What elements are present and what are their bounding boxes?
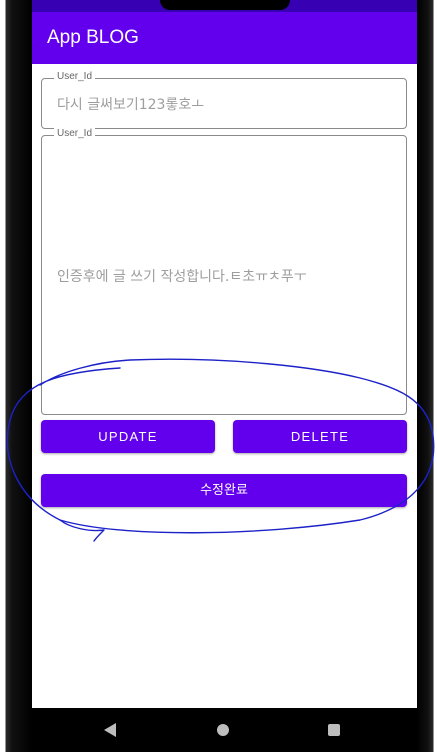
- camera-notch: [160, 0, 290, 10]
- delete-button[interactable]: DELETE: [233, 420, 407, 453]
- phone-bezel-left: [0, 0, 32, 752]
- back-icon[interactable]: [104, 723, 116, 737]
- content-field-label: User_Id: [54, 128, 96, 139]
- app-bar: App BLOG: [32, 12, 417, 64]
- edit-complete-button[interactable]: 수정완료: [41, 474, 407, 507]
- content-input-field[interactable]: User_Id 인증후에 글 쓰기 작성합니다.ㅌ초ㅠㅊ푸ㅜ: [41, 128, 407, 415]
- update-button[interactable]: UPDATE: [41, 420, 215, 453]
- title-input-field[interactable]: User_Id 다시 글써보기123롷호ㅗ: [41, 71, 407, 129]
- content-field-value[interactable]: 인증후에 글 쓰기 작성합니다.ㅌ초ㅠㅊ푸ㅜ: [57, 266, 307, 286]
- app-title: App BLOG: [47, 27, 139, 48]
- title-field-label: User_Id: [54, 71, 96, 82]
- annotation-tail-stroke: [59, 519, 105, 542]
- phone-bezel-right: [417, 0, 437, 752]
- phone-frame: App BLOG User_Id 다시 글써보기123롷호ㅗ User_Id 인…: [0, 0, 437, 752]
- title-field-value[interactable]: 다시 글써보기123롷호ㅗ: [57, 94, 204, 114]
- system-nav-bar: [32, 708, 417, 752]
- recents-icon[interactable]: [328, 724, 340, 736]
- home-icon[interactable]: [217, 724, 229, 736]
